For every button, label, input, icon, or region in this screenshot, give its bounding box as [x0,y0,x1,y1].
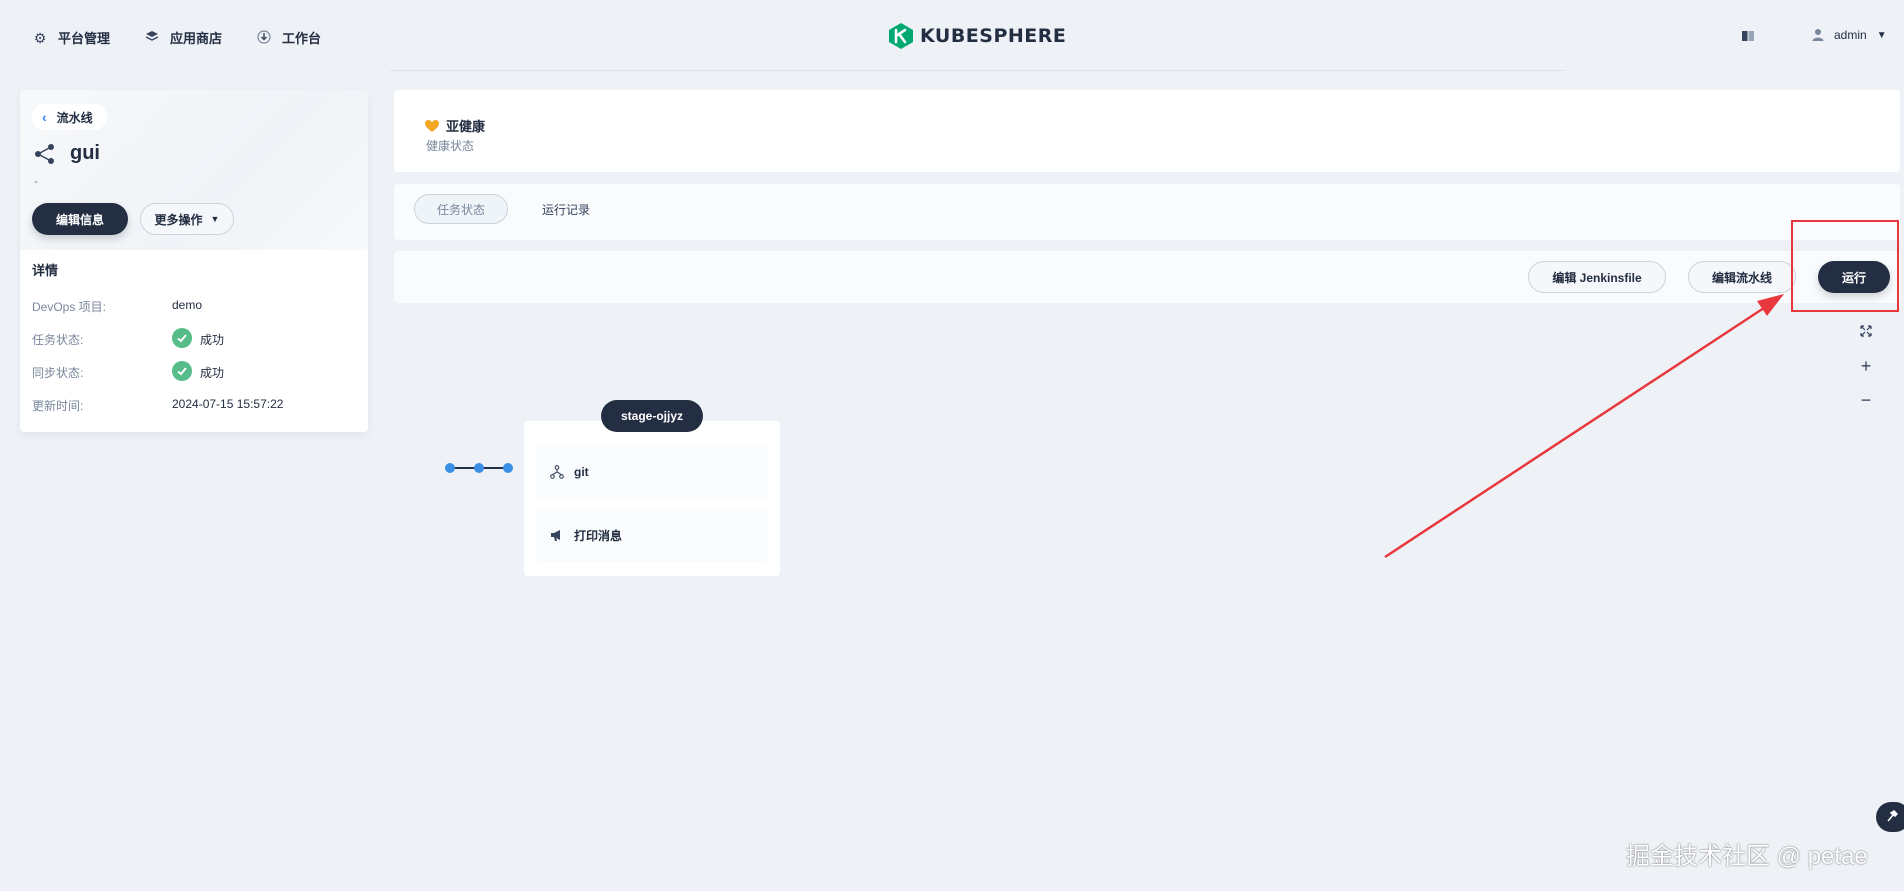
detail-row: DevOps 项目: demo [32,296,362,316]
chevron-left-icon: ‹ [42,109,47,125]
nav-platform-management[interactable]: ⚙ 平台管理 [32,28,110,47]
pipeline-node [474,463,484,473]
megaphone-icon [551,530,560,541]
detail-key: 任务状态: [32,333,84,347]
user-menu[interactable]: admin ▼ [1812,28,1887,42]
nav-label: 应用商店 [170,31,223,46]
pipeline-toolbar: 编辑 Jenkinsfile 编辑流水线 运行 [394,251,1900,303]
detail-key: 更新时间: [32,399,84,413]
step-label: 打印消息 [574,528,623,543]
pipeline-node [503,463,513,473]
success-check-icon [172,361,192,381]
nav-workbench[interactable]: 工作台 [256,28,321,47]
watermark: 掘金技术社区 @ petae [1626,843,1868,870]
more-actions-label: 更多操作 [154,212,203,227]
zoom-in-icon[interactable]: + [1856,356,1876,377]
health-label: 健康状态 [426,139,475,153]
layers-icon [144,30,160,46]
detail-value: 成功 [200,333,225,347]
success-check-icon [172,328,192,348]
tool-box-button[interactable] [1876,802,1904,832]
chevron-down-icon: ▼ [1876,29,1887,41]
pipeline-connector [445,463,513,473]
kubesphere-logo[interactable]: KUBESPHERE [888,22,1066,50]
pipeline-header: ‹ 流水线 gui - 编辑信息 更多操作 ▼ [20,90,368,250]
highlight-box-annotation [1791,220,1899,312]
detail-value: 成功 [200,366,225,380]
detail-row: 更新时间: 2024-07-15 15:57:22 [32,395,362,415]
kubesphere-logo-icon [889,23,913,49]
more-actions-button[interactable]: 更多操作 ▼ [140,203,234,235]
step-git[interactable]: git [536,445,768,499]
nav-label: 工作台 [282,31,322,46]
divider [390,70,1566,71]
fullscreen-icon[interactable] [1856,324,1876,341]
username: admin [1834,28,1867,42]
pipeline-info-card: ‹ 流水线 gui - 编辑信息 更多操作 ▼ 详情 DevOps 项目: de… [20,90,368,432]
detail-row: 同步状态: 成功 [32,361,362,382]
git-branch-icon [550,465,564,479]
detail-value: 2024-07-15 15:57:22 [172,397,284,411]
download-icon [256,29,272,46]
pipeline-description: - [34,174,38,188]
nav-label: 平台管理 [58,31,111,46]
edit-info-button[interactable]: 编辑信息 [32,203,128,235]
gear-icon: ⚙ [33,29,47,46]
detail-key: DevOps 项目: [32,300,107,314]
back-label: 流水线 [56,110,93,125]
caret-down-icon: ▼ [210,214,220,224]
pipeline-node [445,463,455,473]
health-title: 亚健康 [424,116,485,135]
back-to-pipelines-button[interactable]: ‹ 流水线 [32,104,107,130]
tab-task-status[interactable]: 任务状态 [414,194,508,224]
step-label: git [574,465,589,479]
stage-card: git 打印消息 [524,421,780,576]
edit-pipeline-button[interactable]: 编辑流水线 [1688,261,1796,293]
pipeline-title: gui [34,142,100,165]
user-icon [1812,29,1824,41]
book-icon[interactable] [1741,30,1755,42]
nav-app-store[interactable]: 应用商店 [144,28,222,47]
step-print-message[interactable]: 打印消息 [536,508,768,562]
pipeline-icon [35,143,54,164]
details-title: 详情 [32,263,59,278]
detail-key: 同步状态: [32,366,84,380]
heart-icon [425,119,439,132]
detail-value: demo [172,298,203,312]
brand-name: KUBESPHERE [920,25,1067,47]
hammer-icon [1886,809,1899,825]
tab-bar: 任务状态 运行记录 [394,184,1900,240]
zoom-out-icon[interactable]: − [1856,390,1876,411]
edit-jenkinsfile-button[interactable]: 编辑 Jenkinsfile [1528,261,1666,293]
health-value: 亚健康 [446,119,486,134]
pipeline-name: gui [70,142,100,164]
health-status-card: 亚健康 健康状态 [394,90,1900,172]
tab-run-records[interactable]: 运行记录 [524,194,608,224]
stage-name-tag[interactable]: stage-ojjyz [601,400,703,432]
top-nav-bar: ⚙ 平台管理 应用商店 工作台 KUBESPHERE admin ▼ [0,0,1904,72]
detail-row: 任务状态: 成功 [32,328,362,349]
